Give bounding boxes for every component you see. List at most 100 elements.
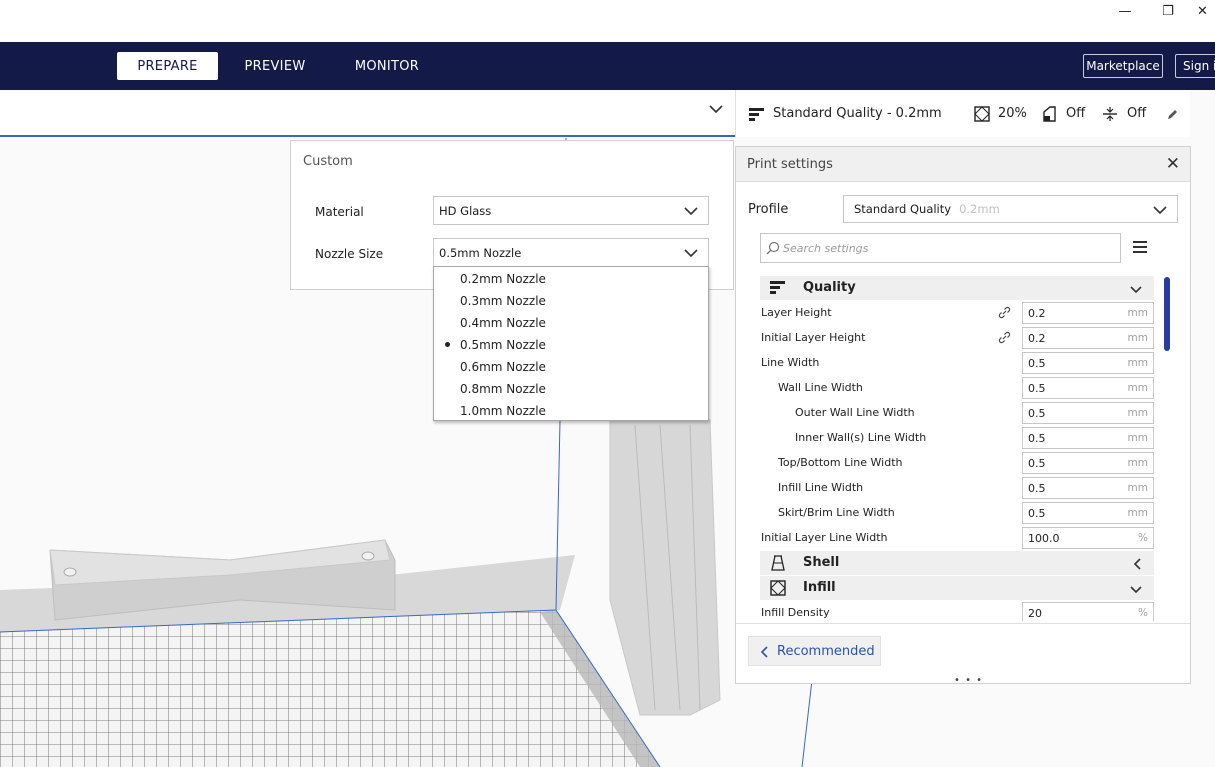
category-label: Infill [803,580,836,595]
setting-unit: mm [1127,432,1148,444]
tab-monitor[interactable]: MONITOR [340,52,434,80]
material-combobox[interactable]: HD Glass [433,196,709,225]
setting-value-field[interactable]: 0.5 mm [1022,477,1154,499]
infill-icon [974,105,990,122]
link-icon [998,306,1011,322]
print-settings-header: Print settings ✕ [736,147,1190,182]
tab-prepare[interactable]: PREPARE [117,52,218,80]
setting-row: Initial Layer Height 0.2 mm [760,325,1155,350]
chevron-down-icon [684,249,698,258]
restore-icon: ❐ [1162,3,1174,19]
setting-row: Inner Wall(s) Line Width 0.5 mm [760,425,1155,450]
nozzle-option[interactable]: 0.3mm Nozzle [434,290,708,312]
edit-profile-button[interactable] [1167,90,1179,137]
setting-unit: mm [1127,507,1148,519]
setting-value-field[interactable]: 0.5 mm [1022,427,1154,449]
chevron-down-icon [709,105,723,114]
setting-label: Layer Height [761,306,832,319]
category-infill[interactable]: Infill [760,576,1154,600]
setting-unit: % [1138,607,1148,619]
model-pillar[interactable] [609,419,721,716]
nozzle-option[interactable]: 0.4mm Nozzle [434,312,708,334]
marketplace-button[interactable]: Marketplace [1083,54,1163,78]
settings-scrollbar[interactable] [1164,277,1170,351]
option-label: 0.6mm Nozzle [460,360,546,374]
infill-icon [770,580,786,600]
setting-unit: % [1138,532,1148,544]
main-header: PREPARE PREVIEW MONITOR Marketplace Sign… [0,42,1215,90]
setting-value-field[interactable]: 0.5 mm [1022,377,1154,399]
chevron-down-icon [684,207,698,216]
option-label: 0.3mm Nozzle [460,294,546,308]
minimize-icon: — [1118,3,1132,19]
settings-menu-icon[interactable] [1133,241,1147,253]
chevron-left-icon [761,646,768,658]
nozzle-option[interactable]: 0.2mm Nozzle [434,268,708,290]
setting-label: Inner Wall(s) Line Width [795,431,927,444]
profile-combobox[interactable]: Standard Quality 0.2mm [843,195,1178,223]
material-value: HD Glass [439,203,492,218]
setting-row: Infill Line Width 0.5 mm [760,475,1155,500]
option-label: 0.2mm Nozzle [460,272,546,286]
setting-row: Infill Density 20% [760,600,1155,621]
setting-unit: mm [1127,407,1148,419]
nozzle-option[interactable]: 0.8mm Nozzle [434,378,708,400]
setting-value-field[interactable]: 20% [1022,602,1154,621]
shell-icon [770,555,786,575]
category-quality[interactable]: Quality [760,276,1154,300]
search-icon [766,241,780,255]
nozzle-option-selected[interactable]: 0.5mm Nozzle [434,334,708,356]
setting-value-field[interactable]: 100.0% [1022,527,1154,549]
nozzle-option[interactable]: 1.0mm Nozzle [434,400,708,422]
minimize-button[interactable]: — [1105,0,1145,22]
setting-label: Line Width [761,356,820,369]
close-panel-button[interactable]: ✕ [1166,154,1180,174]
chevron-down-icon [1153,206,1167,215]
setting-value-field[interactable]: 0.5 mm [1022,502,1154,524]
nozzle-option[interactable]: 0.6mm Nozzle [434,356,708,378]
category-shell[interactable]: Shell [760,551,1154,575]
profile-sub: 0.2mm [959,202,1000,216]
adhesion-icon [1103,106,1117,121]
support-summary: Off [1041,90,1085,137]
print-setup-summary[interactable]: Standard Quality - 0.2mm 20% Off Off [735,90,1190,137]
recommended-label: Recommended [777,643,875,659]
option-label: 0.8mm Nozzle [460,382,546,396]
setting-value-field[interactable]: 0.2 mm [1022,302,1154,324]
setting-row: Outer Wall Line Width 0.5 mm [760,400,1155,425]
category-label: Shell [803,555,840,570]
close-icon: ✕ [1197,3,1208,19]
setting-unit: mm [1127,482,1148,494]
setting-value: 20 [1028,606,1042,620]
chevron-down-icon [1130,583,1142,598]
setting-value-field[interactable]: 0.5 mm [1022,402,1154,424]
setting-value: 0.5 [1028,456,1046,470]
link-icon [998,331,1011,347]
search-placeholder: Search settings [783,241,869,255]
tab-preview[interactable]: PREVIEW [228,52,322,80]
chevron-down-icon [1130,283,1142,298]
setting-value-field[interactable]: 0.5 mm [1022,452,1154,474]
setting-row: Skirt/Brim Line Width 0.5 mm [760,500,1155,525]
signin-button[interactable]: Sign in [1175,54,1215,78]
setting-label: Top/Bottom Line Width [778,456,903,469]
material-label: Material [315,205,364,219]
setting-value: 100.0 [1028,531,1060,545]
setting-value-field[interactable]: 0.5 mm [1022,352,1154,374]
option-label: 0.5mm Nozzle [460,338,546,352]
setting-row: Line Width 0.5 mm [760,350,1155,375]
printer-selector[interactable] [0,90,735,137]
nozzle-combobox[interactable]: 0.5mm Nozzle [433,238,709,267]
setting-label: Skirt/Brim Line Width [778,506,895,519]
setting-value-field[interactable]: 0.2 mm [1022,327,1154,349]
setting-value: 0.5 [1028,406,1046,420]
resize-handle[interactable]: • • • [954,675,983,686]
setting-value: 0.5 [1028,506,1046,520]
close-window-button[interactable]: ✕ [1190,0,1215,22]
recommended-button[interactable]: Recommended [748,636,881,666]
search-input[interactable]: Search settings [760,233,1121,263]
quality-icon [749,107,764,121]
restore-button[interactable]: ❐ [1148,0,1188,22]
setting-row: Initial Layer Line Width 100.0% [760,525,1155,550]
setting-unit: mm [1127,382,1148,394]
